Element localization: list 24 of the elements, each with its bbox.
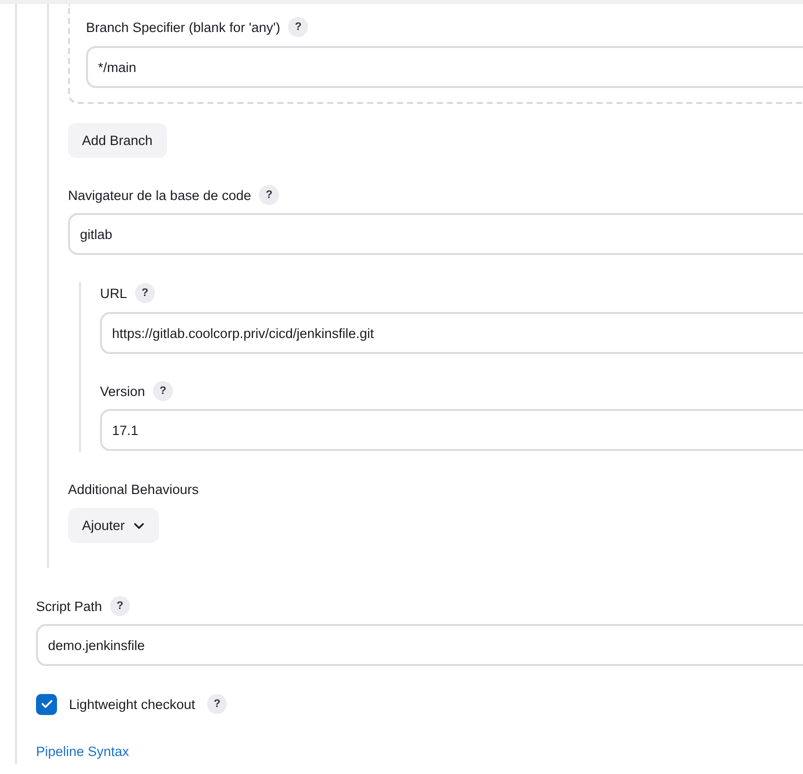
help-button[interactable]: ? — [207, 694, 228, 714]
add-dropdown-button[interactable]: Ajouter — [68, 508, 159, 543]
help-button[interactable]: ? — [110, 596, 130, 616]
chevron-down-icon — [132, 522, 145, 530]
help-button[interactable]: ? — [288, 17, 308, 37]
help-button[interactable]: ? — [135, 283, 156, 303]
field-label: Navigateur de la base de code — [68, 188, 252, 202]
input-field[interactable]: 17.1 — [100, 409, 803, 451]
section-label: Additional Behaviours — [68, 482, 199, 496]
input-field[interactable]: demo.jenkinsfile — [36, 624, 803, 666]
check-icon — [40, 699, 52, 709]
field-label: Version — [100, 384, 146, 398]
add-branch-button[interactable]: Add Branch — [68, 123, 167, 158]
input-field[interactable]: gitlab — [68, 213, 803, 255]
help-button[interactable]: ? — [153, 381, 174, 401]
checkbox-label: Lightweight checkout — [69, 696, 196, 712]
input-field[interactable]: https://gitlab.coolcorp.priv/cicd/jenkinsfile.git — [100, 312, 803, 354]
field-label: Branch Specifier (blank for 'any') — [86, 20, 280, 34]
pipeline-syntax-link[interactable]: Pipeline Syntax — [36, 742, 130, 762]
field-label: URL — [100, 286, 128, 300]
checkbox[interactable] — [36, 694, 57, 714]
help-button[interactable]: ? — [259, 185, 280, 205]
input-field[interactable]: */main — [86, 46, 803, 88]
field-label: Script Path — [36, 598, 102, 614]
